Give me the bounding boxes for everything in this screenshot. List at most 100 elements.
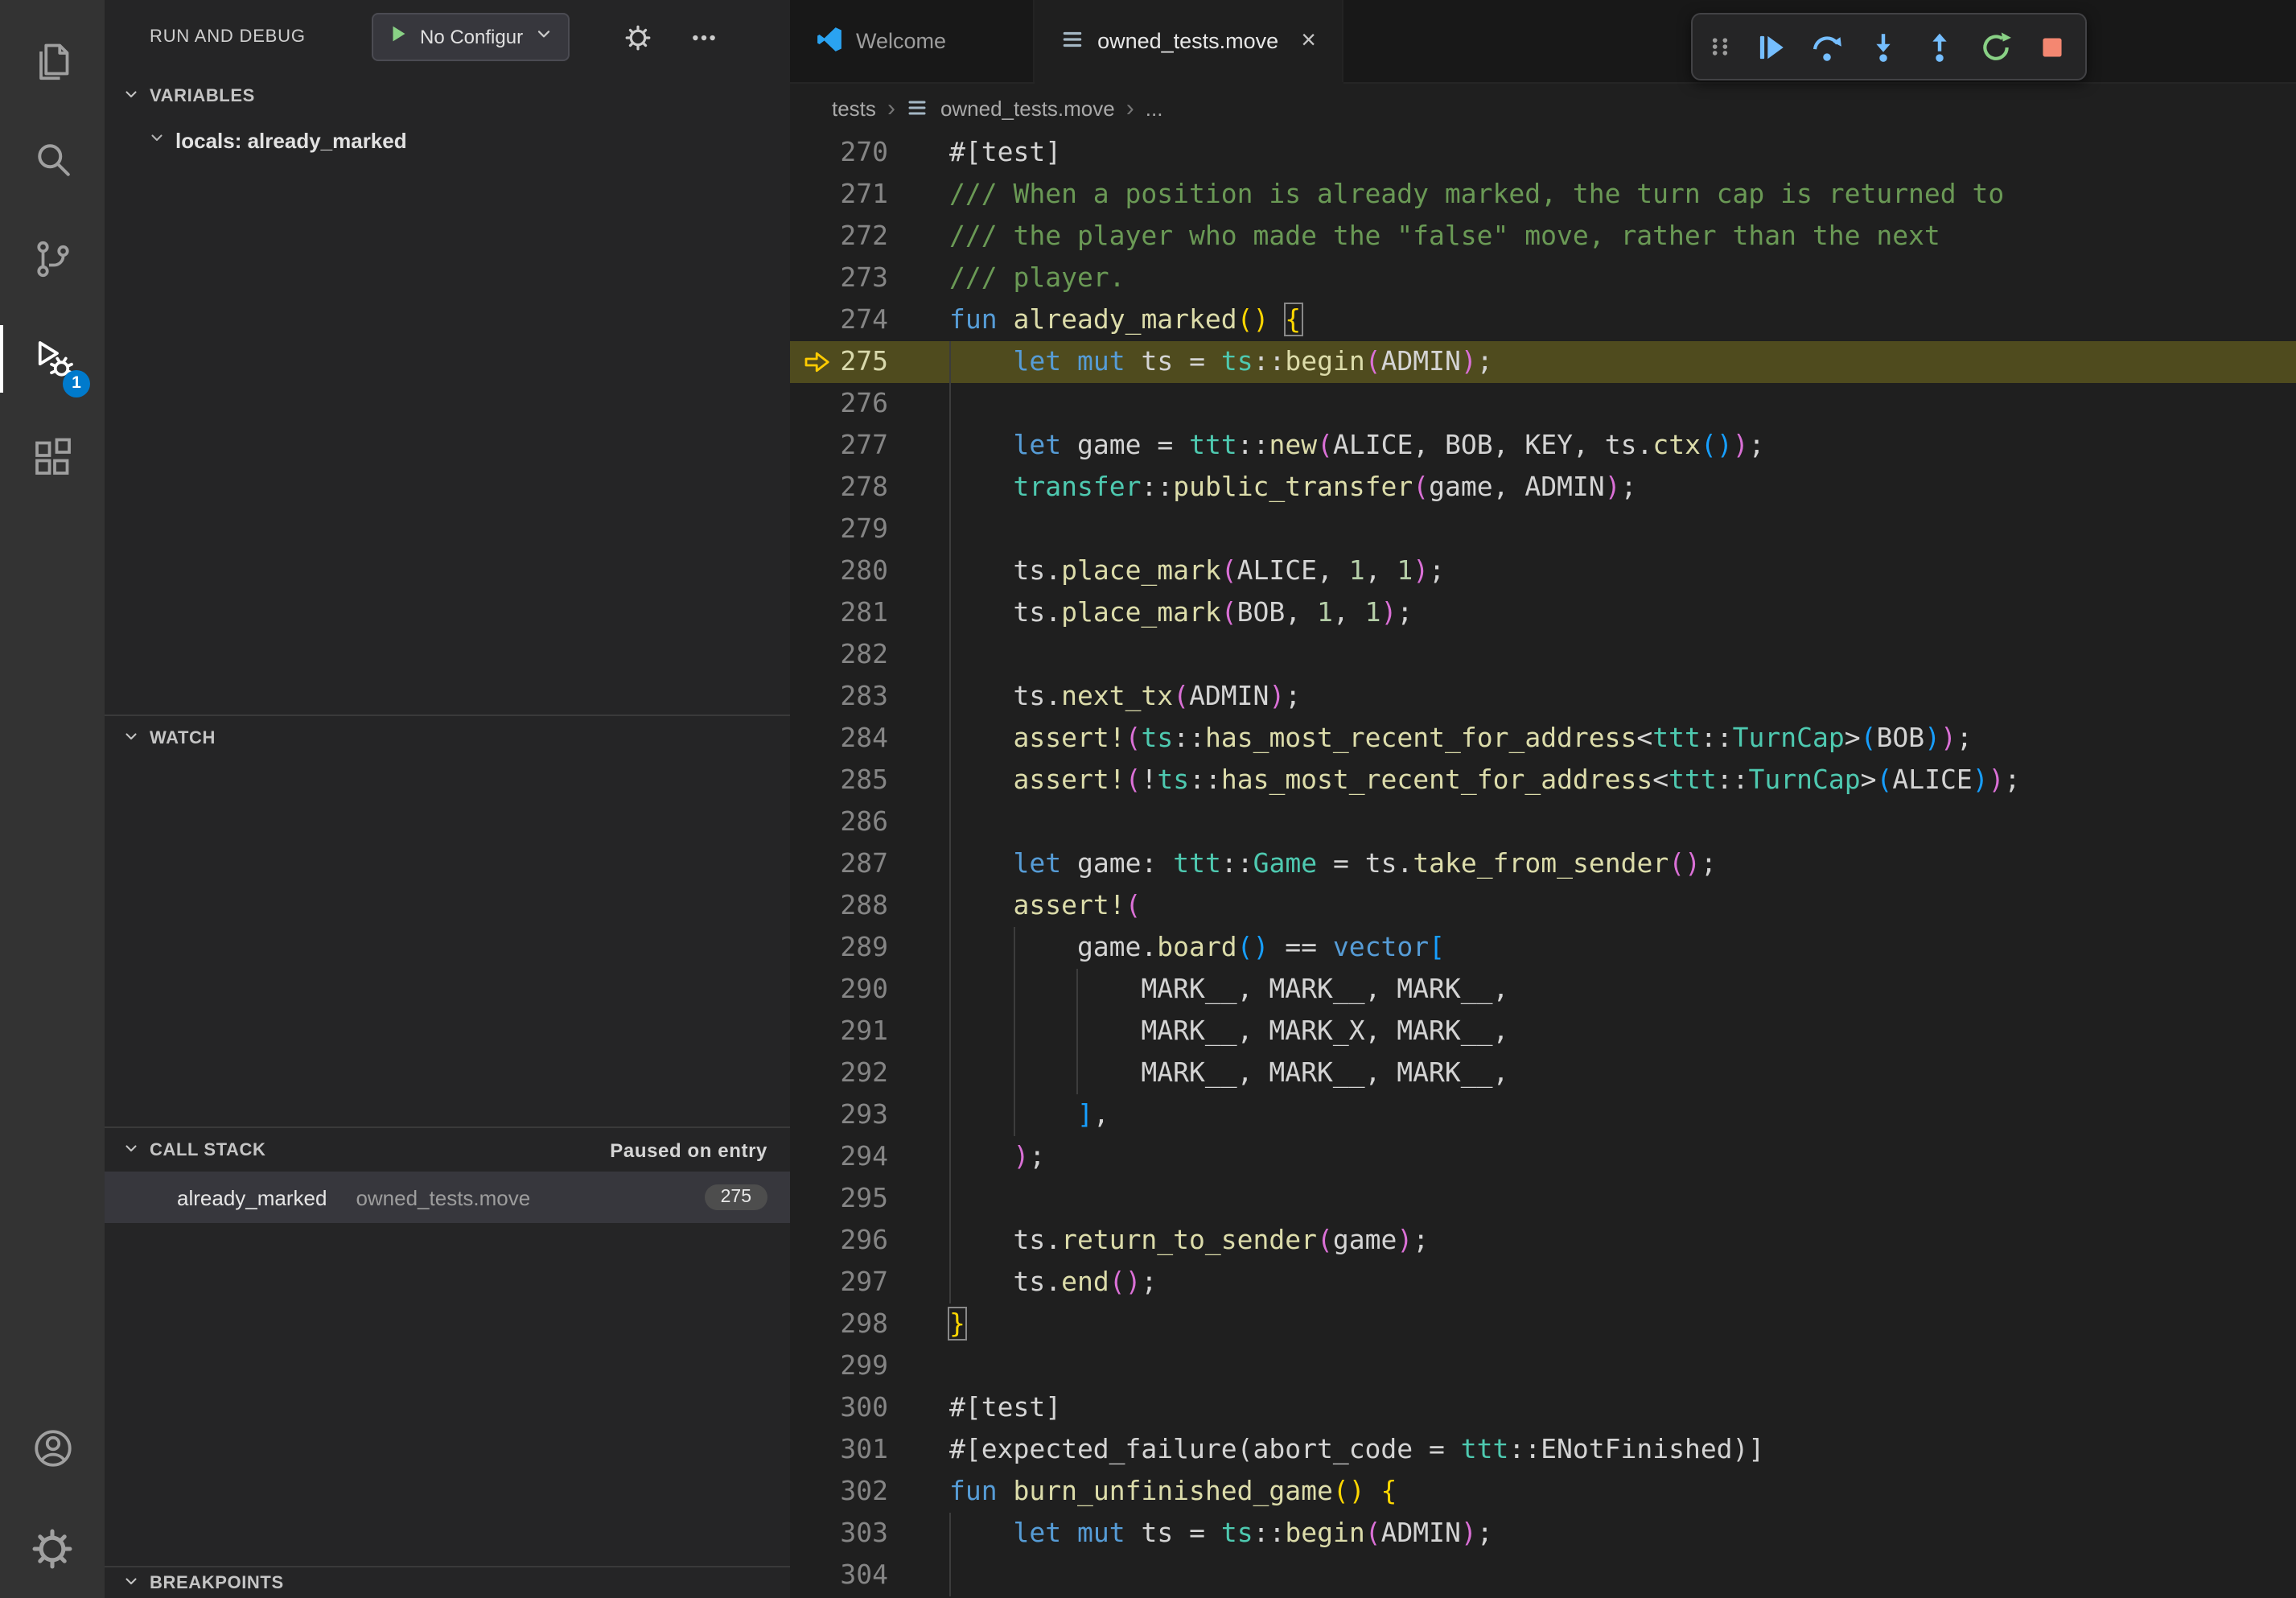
code-line[interactable]: 291 MARK__, MARK_X, MARK__, xyxy=(790,1011,2296,1052)
line-number-gutter[interactable]: 298 xyxy=(790,1304,949,1345)
toolbar-drag-handle[interactable] xyxy=(1701,21,1739,72)
line-number-gutter[interactable]: 302 xyxy=(790,1471,949,1513)
line-number-gutter[interactable]: 289 xyxy=(790,927,949,969)
line-number-gutter[interactable]: 292 xyxy=(790,1052,949,1094)
tab-owned-tests-move[interactable]: owned_tests.move × xyxy=(1035,0,1343,82)
activity-source-control[interactable] xyxy=(0,209,105,309)
line-number-gutter[interactable]: 285 xyxy=(790,760,949,801)
line-number-gutter[interactable]: 286 xyxy=(790,801,949,843)
code-line[interactable]: 277 let game = ttt::new(ALICE, BOB, KEY,… xyxy=(790,425,2296,467)
code-lines[interactable]: 270#[test]271/// When a position is alre… xyxy=(790,132,2296,1598)
line-number-gutter[interactable]: 296 xyxy=(790,1220,949,1262)
activity-run-and-debug[interactable]: 1 xyxy=(0,309,105,409)
step-out-button[interactable] xyxy=(1913,21,1965,72)
code-line[interactable]: 290 MARK__, MARK__, MARK__, xyxy=(790,969,2296,1011)
code-line[interactable]: 275 let mut ts = ts::begin(ADMIN); xyxy=(790,341,2296,383)
line-number-gutter[interactable]: 284 xyxy=(790,718,949,760)
code-line[interactable]: 271/// When a position is already marked… xyxy=(790,174,2296,216)
breakpoints-section-header[interactable]: BREAKPOINTS xyxy=(105,1566,790,1598)
code-line[interactable]: 282 xyxy=(790,634,2296,676)
code-line[interactable]: 274fun already_marked() { xyxy=(790,299,2296,341)
activity-search[interactable] xyxy=(0,109,105,209)
line-number-gutter[interactable]: 304 xyxy=(790,1555,949,1596)
line-number-gutter[interactable]: 300 xyxy=(790,1387,949,1429)
code-line[interactable]: 294 ); xyxy=(790,1136,2296,1178)
line-number-gutter[interactable]: 280 xyxy=(790,550,949,592)
code-line[interactable]: 303 let mut ts = ts::begin(ADMIN); xyxy=(790,1513,2296,1555)
line-number-gutter[interactable]: 293 xyxy=(790,1094,949,1136)
watch-section-header[interactable]: WATCH xyxy=(105,715,790,760)
line-number-gutter[interactable]: 283 xyxy=(790,676,949,718)
line-number-gutter[interactable]: 295 xyxy=(790,1178,949,1220)
line-number-gutter[interactable]: 278 xyxy=(790,467,949,509)
line-number-gutter[interactable]: 272 xyxy=(790,216,949,257)
line-number-gutter[interactable]: 276 xyxy=(790,383,949,425)
line-number-gutter[interactable]: 270 xyxy=(790,132,949,174)
code-line[interactable]: 298} xyxy=(790,1304,2296,1345)
code-line[interactable]: 288 assert!( xyxy=(790,885,2296,927)
variables-section-header[interactable]: VARIABLES xyxy=(105,74,790,119)
code-line[interactable]: 272/// the player who made the "false" m… xyxy=(790,216,2296,257)
line-number-gutter[interactable]: 303 xyxy=(790,1513,949,1555)
line-number-gutter[interactable]: 277 xyxy=(790,425,949,467)
line-number-gutter[interactable]: 274 xyxy=(790,299,949,341)
close-tab-icon[interactable]: × xyxy=(1301,28,1316,54)
code-line[interactable]: 295 xyxy=(790,1178,2296,1220)
code-line[interactable]: 281 ts.place_mark(BOB, 1, 1); xyxy=(790,592,2296,634)
line-number-gutter[interactable]: 290 xyxy=(790,969,949,1011)
activity-settings[interactable] xyxy=(0,1498,105,1598)
code-line[interactable]: 276 xyxy=(790,383,2296,425)
line-number-gutter[interactable]: 288 xyxy=(790,885,949,927)
line-number-gutter[interactable]: 282 xyxy=(790,634,949,676)
continue-button[interactable] xyxy=(1744,21,1796,72)
line-number-gutter[interactable]: 279 xyxy=(790,509,949,550)
code-line[interactable]: 304 xyxy=(790,1555,2296,1596)
breadcrumb-tests[interactable]: tests xyxy=(832,96,876,120)
code-line[interactable]: 302fun burn_unfinished_game() { xyxy=(790,1471,2296,1513)
stop-button[interactable] xyxy=(2026,21,2077,72)
line-number-gutter[interactable]: 287 xyxy=(790,843,949,885)
code-line[interactable]: 297 ts.end(); xyxy=(790,1262,2296,1304)
restart-button[interactable] xyxy=(1969,21,2021,72)
line-number-gutter[interactable]: 281 xyxy=(790,592,949,634)
activity-explorer[interactable] xyxy=(0,10,105,109)
code-line[interactable]: 285 assert!(!ts::has_most_recent_for_add… xyxy=(790,760,2296,801)
variables-scope-locals[interactable]: locals: already_marked xyxy=(105,119,790,161)
line-number-gutter[interactable]: 291 xyxy=(790,1011,949,1052)
step-over-button[interactable] xyxy=(1800,21,1852,72)
debug-settings-gear-button[interactable] xyxy=(624,23,652,51)
tab-welcome[interactable]: Welcome xyxy=(790,0,1035,82)
debug-config-dropdown[interactable]: No Configur xyxy=(372,13,570,61)
breadcrumb-more[interactable]: ... xyxy=(1146,96,1163,120)
line-number-gutter[interactable]: 301 xyxy=(790,1429,949,1471)
step-into-button[interactable] xyxy=(1857,21,1908,72)
code-line[interactable]: 270#[test] xyxy=(790,132,2296,174)
code-line[interactable]: 299 xyxy=(790,1345,2296,1387)
code-line[interactable]: 296 ts.return_to_sender(game); xyxy=(790,1220,2296,1262)
line-number-gutter[interactable]: 271 xyxy=(790,174,949,216)
line-number-gutter[interactable]: 294 xyxy=(790,1136,949,1178)
code-line[interactable]: 283 ts.next_tx(ADMIN); xyxy=(790,676,2296,718)
activity-extensions[interactable] xyxy=(0,409,105,509)
activity-account[interactable] xyxy=(0,1398,105,1498)
code-line[interactable]: 300#[test] xyxy=(790,1387,2296,1429)
line-number-gutter[interactable]: 297 xyxy=(790,1262,949,1304)
call-stack-frame[interactable]: already_marked owned_tests.move 275 xyxy=(105,1172,790,1223)
code-line[interactable]: 284 assert!(ts::has_most_recent_for_addr… xyxy=(790,718,2296,760)
more-actions-button[interactable] xyxy=(690,23,718,51)
call-stack-section-header[interactable]: CALL STACK Paused on entry xyxy=(105,1126,790,1172)
line-number-gutter[interactable]: 275 xyxy=(790,341,949,383)
code-line[interactable]: 279 xyxy=(790,509,2296,550)
code-line[interactable]: 292 MARK__, MARK__, MARK__, xyxy=(790,1052,2296,1094)
code-line[interactable]: 280 ts.place_mark(ALICE, 1, 1); xyxy=(790,550,2296,592)
code-line[interactable]: 287 let game: ttt::Game = ts.take_from_s… xyxy=(790,843,2296,885)
code-line[interactable]: 301#[expected_failure(abort_code = ttt::… xyxy=(790,1429,2296,1471)
code-line[interactable]: 278 transfer::public_transfer(game, ADMI… xyxy=(790,467,2296,509)
code-line[interactable]: 293 ], xyxy=(790,1094,2296,1136)
line-number-gutter[interactable]: 273 xyxy=(790,257,949,299)
line-number-gutter[interactable]: 299 xyxy=(790,1345,949,1387)
code-line[interactable]: 286 xyxy=(790,801,2296,843)
code-line[interactable]: 289 game.board() == vector[ xyxy=(790,927,2296,969)
code-line[interactable]: 273/// player. xyxy=(790,257,2296,299)
breadcrumb-file[interactable]: owned_tests.move xyxy=(940,96,1115,120)
